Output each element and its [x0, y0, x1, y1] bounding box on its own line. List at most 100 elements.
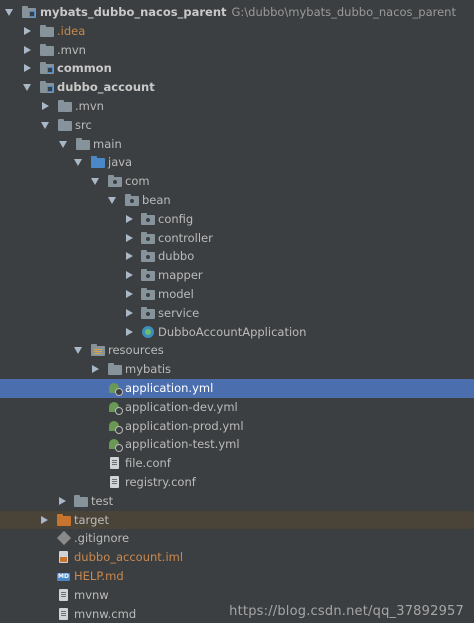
text-file-icon [59, 607, 68, 620]
tree-row-src[interactable]: src [0, 116, 474, 135]
chevron-right-icon[interactable] [59, 496, 66, 505]
tree-label-app-class: DubboAccountApplication [158, 324, 307, 339]
tree-label-com: com [125, 174, 150, 189]
chevron-down-icon[interactable] [108, 196, 116, 204]
chevron-right-icon[interactable] [24, 26, 31, 35]
tree-label-registry-conf: registry.conf [125, 474, 196, 489]
tree-row-application-prod[interactable]: application-prod.yml [0, 417, 474, 436]
chevron-down-icon[interactable] [74, 347, 82, 355]
tree-row-help[interactable]: MD HELP.md [0, 567, 474, 586]
tree-row-file-conf[interactable]: file.conf [0, 454, 474, 473]
tree-row-config[interactable]: config [0, 210, 474, 229]
tree-row-target[interactable]: target [0, 510, 474, 530]
chevron-down-icon[interactable] [23, 84, 31, 92]
chevron-right-icon[interactable] [92, 365, 99, 374]
tree-label-help: HELP.md [74, 568, 124, 583]
tree-row-iml[interactable]: dubbo_account.iml [0, 548, 474, 567]
chevron-down-icon[interactable] [91, 178, 99, 186]
chevron-right-icon[interactable] [126, 252, 133, 261]
tree-row-gitignore[interactable]: .gitignore [0, 529, 474, 548]
chevron-right-icon[interactable] [126, 327, 133, 336]
tree-label-file-conf: file.conf [125, 456, 171, 471]
package-icon [125, 193, 139, 206]
chevron-right-icon[interactable] [24, 45, 31, 54]
tree-row-mvn-root[interactable]: .mvn [0, 41, 474, 60]
tree-row-mvnw[interactable]: mvnw [0, 586, 474, 605]
tree-row-dubbo-account[interactable]: dubbo_account [0, 78, 474, 97]
package-icon [141, 269, 155, 282]
folder-icon [76, 137, 90, 150]
tree-label-mvnw: mvnw [74, 587, 109, 602]
module-file-icon [59, 551, 68, 564]
tree-label-mapper: mapper [158, 268, 203, 283]
folder-icon [58, 99, 72, 112]
chevron-right-icon[interactable] [126, 271, 133, 280]
module-folder-icon [40, 81, 54, 94]
spring-yaml-icon [109, 401, 123, 415]
chevron-down-icon[interactable] [74, 159, 82, 167]
tree-label-mvn: .mvn [75, 98, 104, 113]
tree-row-resources[interactable]: resources [0, 341, 474, 360]
package-icon [108, 175, 122, 188]
folder-icon [40, 43, 54, 56]
tree-row-com[interactable]: com [0, 172, 474, 191]
package-icon [141, 250, 155, 263]
tree-row-mvn-module[interactable]: .mvn [0, 97, 474, 116]
tree-row-java[interactable]: java [0, 153, 474, 172]
excluded-folder-icon [57, 513, 71, 526]
tree-row-dubbo[interactable]: dubbo [0, 247, 474, 266]
tree-row-application-dev[interactable]: application-dev.yml [0, 398, 474, 417]
tree-row-service[interactable]: service [0, 304, 474, 323]
tree-row-app-class[interactable]: DubboAccountApplication [0, 323, 474, 342]
module-folder-icon [22, 6, 36, 18]
tree-label-common: common [57, 61, 112, 76]
spring-boot-class-icon [142, 325, 154, 338]
chevron-right-icon[interactable] [126, 308, 133, 317]
tree-label-model: model [158, 286, 194, 301]
chevron-right-icon[interactable] [126, 289, 133, 298]
tree-label-config: config [158, 211, 194, 226]
chevron-down-icon[interactable] [41, 121, 49, 129]
tree-label-resources: resources [108, 343, 164, 358]
tree-row-bean[interactable]: bean [0, 191, 474, 210]
tree-label-mvnw-cmd: mvnw.cmd [74, 606, 137, 621]
tree-row-mapper[interactable]: mapper [0, 266, 474, 285]
package-icon [141, 287, 155, 300]
text-file-icon [110, 475, 119, 488]
tree-label-service: service [158, 305, 200, 320]
chevron-right-icon[interactable] [126, 233, 133, 242]
tree-label-dubbo-account: dubbo_account [57, 80, 155, 95]
tree-row-model[interactable]: model [0, 285, 474, 304]
markdown-icon: MD [57, 572, 70, 581]
tree-label-application-yml: application.yml [125, 380, 214, 395]
text-file-icon [59, 588, 68, 601]
tree-label-test: test [91, 493, 114, 508]
tree-row-application-test[interactable]: application-test.yml [0, 435, 474, 454]
text-file-icon [110, 457, 119, 470]
tree-row-main[interactable]: main [0, 135, 474, 154]
tree-label-idea: .idea [57, 23, 86, 38]
spring-yaml-icon [109, 382, 123, 396]
tree-row-registry-conf[interactable]: registry.conf [0, 473, 474, 492]
tree-label-controller: controller [158, 230, 213, 245]
tree-label-mvn: .mvn [57, 42, 86, 57]
chevron-right-icon[interactable] [42, 101, 49, 110]
tree-row-mybatis[interactable]: mybatis [0, 360, 474, 379]
tree-row-common[interactable]: common [0, 59, 474, 78]
tree-row-idea[interactable]: .idea [0, 22, 474, 41]
chevron-right-icon[interactable] [41, 515, 48, 524]
tree-label-iml: dubbo_account.iml [74, 550, 184, 565]
tree-row-project-root[interactable]: mybats_dubbo_nacos_parent G:\dubbo\mybats… [0, 3, 474, 22]
tree-row-controller[interactable]: controller [0, 229, 474, 248]
source-folder-icon [91, 156, 105, 169]
chevron-right-icon[interactable] [126, 214, 133, 223]
tree-label-java: java [108, 155, 133, 170]
package-icon [141, 231, 155, 244]
tree-row-test[interactable]: test [0, 492, 474, 511]
chevron-down-icon[interactable] [59, 140, 67, 148]
tree-row-application-yml[interactable]: application.yml [0, 378, 474, 398]
tree-label-application-test: application-test.yml [125, 437, 240, 452]
chevron-down-icon[interactable] [5, 9, 13, 16]
chevron-right-icon[interactable] [24, 64, 31, 73]
project-path: G:\dubbo\mybats_dubbo_nacos_parent [231, 5, 456, 19]
